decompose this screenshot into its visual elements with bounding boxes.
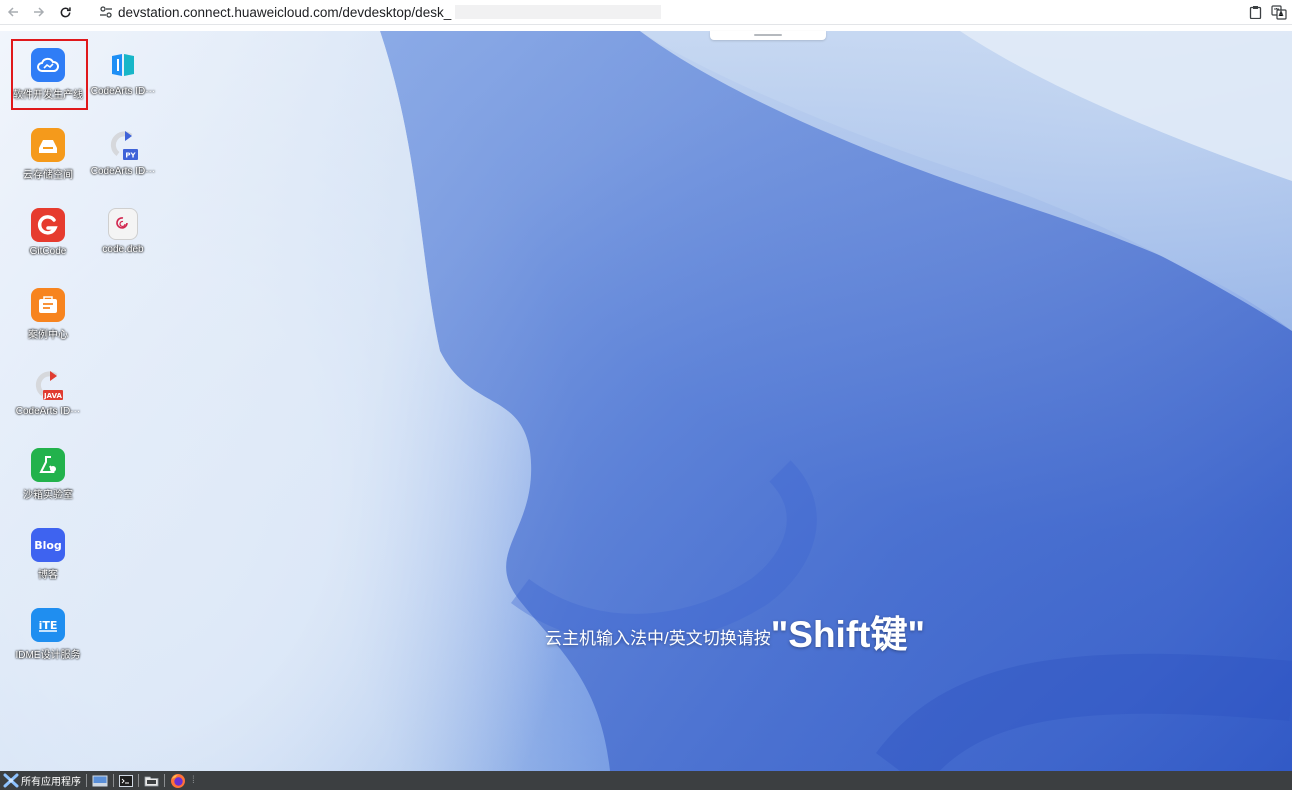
arrow-left-icon xyxy=(7,7,18,17)
codearts-python-icon: PY xyxy=(106,128,140,162)
desktop-icon-label: 案例中心 xyxy=(28,330,68,341)
firefox-icon xyxy=(171,773,185,788)
file-manager-icon xyxy=(144,776,159,786)
sandbox-lab-icon xyxy=(31,448,65,482)
site-settings-icon[interactable] xyxy=(94,6,118,18)
codearts-ide-icon xyxy=(106,48,140,82)
reload-button[interactable] xyxy=(52,0,78,24)
clipboard-icon[interactable] xyxy=(1246,3,1264,21)
taskbar: 所有应用程序 ⁞ xyxy=(0,771,1292,790)
blog-icon: Blog xyxy=(31,528,65,562)
firefox-launcher[interactable] xyxy=(167,771,189,790)
ime-switch-hint: 云主机输入法中/英文切换请按"Shift键" xyxy=(545,604,925,658)
debian-package-icon xyxy=(108,208,138,240)
desktop-icon-case-center[interactable]: 案例中心 xyxy=(10,288,86,341)
taskbar-separator xyxy=(164,774,165,787)
desktop-icon-label: CodeArts ID··· xyxy=(90,166,156,177)
desktop-icon-blog[interactable]: Blog 博客 xyxy=(10,528,86,581)
toolbar-drag-handle[interactable] xyxy=(710,31,826,40)
taskbar-handle[interactable]: ⁞ xyxy=(189,771,198,790)
desktop-icon-sandbox-lab[interactable]: 沙箱实验室 xyxy=(10,448,86,501)
desktop-icon-label: GitCode xyxy=(29,246,67,257)
case-center-icon xyxy=(31,288,65,322)
desktop-icon-label: 沙箱实验室 xyxy=(23,490,73,501)
url-text: devstation.connect.huaweicloud.com/devde… xyxy=(118,4,452,20)
applications-menu-button[interactable]: 所有应用程序 xyxy=(0,771,84,790)
desktop-icon-codearts-python[interactable]: PY CodeArts ID··· xyxy=(85,128,161,177)
browser-toolbar: devstation.connect.huaweicloud.com/devde… xyxy=(0,0,1292,25)
taskbar-separator xyxy=(113,774,114,787)
terminal-launcher[interactable] xyxy=(116,771,136,790)
cloud-storage-icon xyxy=(31,128,65,162)
svg-text:Blog: Blog xyxy=(34,539,62,552)
desktop-icon-code-deb[interactable]: code.deb xyxy=(85,208,161,255)
translate-icon[interactable] xyxy=(1270,3,1288,21)
wallpaper xyxy=(0,31,1292,771)
xfce-mouse-icon xyxy=(3,773,19,788)
address-bar[interactable]: devstation.connect.huaweicloud.com/devde… xyxy=(94,1,1214,23)
url-redacted xyxy=(455,5,662,19)
codearts-java-icon: JAVA xyxy=(31,368,65,402)
desktop-icon-label: CodeArts ID··· xyxy=(90,86,156,97)
selection-highlight xyxy=(11,39,88,110)
svg-text:PY: PY xyxy=(125,152,136,160)
ime-hint-text: 云主机输入法中/英文切换请按 xyxy=(545,629,771,648)
desktop-icon-label: 云存储空间 xyxy=(23,170,73,181)
desktop-icon-codearts-ide[interactable]: CodeArts ID··· xyxy=(85,48,161,97)
applications-menu-label: 所有应用程序 xyxy=(21,777,81,788)
svg-text:iTE: iTE xyxy=(39,619,58,632)
show-desktop-button[interactable] xyxy=(89,771,111,790)
desktop-icon-label: code.deb xyxy=(102,244,144,255)
desktop-icon-cloud-storage[interactable]: 云存储空间 xyxy=(10,128,86,181)
desktop-icon-codearts-java[interactable]: JAVA CodeArts ID··· xyxy=(10,368,86,417)
taskbar-separator xyxy=(138,774,139,787)
reload-icon xyxy=(60,6,71,17)
back-button[interactable] xyxy=(0,0,26,24)
forward-button[interactable] xyxy=(26,0,52,24)
desktop-icon-gitcode[interactable]: GitCode xyxy=(10,208,86,257)
ime-hint-key: "Shift键" xyxy=(770,614,926,655)
idme-icon: iTE xyxy=(31,608,65,642)
svg-text:JAVA: JAVA xyxy=(43,392,62,400)
desktop-icon-label: 博客 xyxy=(38,570,58,581)
file-manager-launcher[interactable] xyxy=(141,771,162,790)
arrow-right-icon xyxy=(34,7,45,17)
taskbar-separator xyxy=(86,774,87,787)
desktop-icon-label: CodeArts ID··· xyxy=(15,406,81,417)
desktop-icon-label: IDME设计服务 xyxy=(15,650,81,661)
gitcode-icon xyxy=(31,208,65,242)
terminal-icon xyxy=(119,774,133,787)
remote-desktop[interactable] xyxy=(0,31,1292,771)
desktop-icon-idme[interactable]: iTE IDME设计服务 xyxy=(10,608,86,661)
desktop-icon xyxy=(92,775,108,786)
